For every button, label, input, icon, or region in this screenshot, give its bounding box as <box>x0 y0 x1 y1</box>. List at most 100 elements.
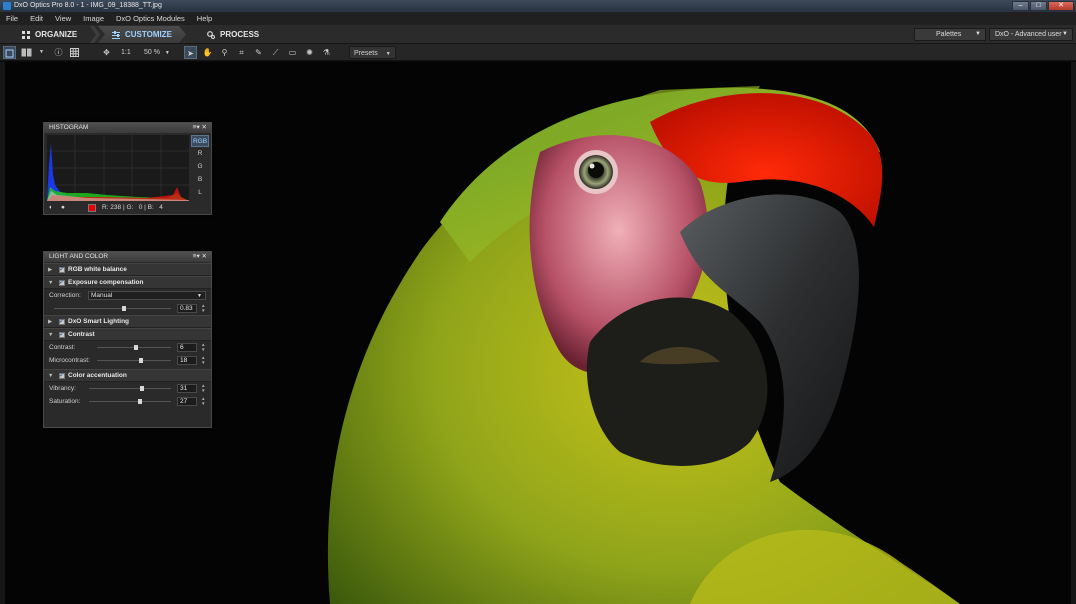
saturation-slider[interactable] <box>89 399 171 404</box>
exposure-stepper[interactable]: ▲ ▼ <box>201 303 205 313</box>
tab-organize[interactable]: ORGANIZE <box>8 26 98 43</box>
slider-knob[interactable] <box>137 399 142 404</box>
compare-view-dropdown[interactable]: ▼ <box>35 46 48 59</box>
menu-bar: File Edit View Image DxO Optics Modules … <box>0 12 1076 25</box>
enable-checkbox[interactable] <box>59 329 65 341</box>
light-and-color-title: LIGHT AND COLOR <box>49 253 109 260</box>
select-tool-button[interactable]: ➤ <box>184 46 197 59</box>
chevron-down-icon: ▼ <box>39 49 44 55</box>
single-view-icon <box>5 49 14 58</box>
section-exposure-compensation[interactable]: ▼ Exposure compensation <box>44 276 211 289</box>
workspace-dropdown[interactable]: DxO - Advanced user ▼ <box>989 28 1073 41</box>
contrast-value-input[interactable]: 6 <box>177 343 197 352</box>
tab-organize-label: ORGANIZE <box>35 30 78 39</box>
collapse-arrow-icon[interactable]: ▼ <box>48 329 53 341</box>
contrast-stepper[interactable]: ▲ ▼ <box>201 342 205 352</box>
info-button[interactable]: ⓘ <box>52 46 65 59</box>
info-icon: ⓘ <box>54 48 63 57</box>
microcontrast-value-input[interactable]: 18 <box>177 356 197 365</box>
vibrancy-slider[interactable] <box>89 386 171 391</box>
single-view-button[interactable] <box>3 46 16 59</box>
histogram-channel-r[interactable]: R <box>191 148 209 160</box>
histogram-channel-g[interactable]: G <box>191 161 209 173</box>
histogram-channel-l[interactable]: L <box>191 187 209 199</box>
window-title: DxO Optics Pro 8.0 - 1 - IMG_09_18388_TT… <box>14 2 162 9</box>
saturation-stepper[interactable]: ▲ ▼ <box>201 396 205 406</box>
microcontrast-row: Microcontrast: 18 ▲ ▼ <box>44 354 211 367</box>
correction-label: Correction: <box>49 292 81 299</box>
zoom-level-dropdown[interactable]: 50 % ▼ <box>144 46 170 59</box>
exposure-value-input[interactable]: 0.83 <box>177 304 197 313</box>
saturation-value-input[interactable]: 27 <box>177 397 197 406</box>
enable-checkbox[interactable] <box>59 277 65 289</box>
histogram-channel-b[interactable]: B <box>191 174 209 186</box>
palette-menu-icon[interactable]: ≡▾ <box>193 253 200 260</box>
menu-view[interactable]: View <box>49 14 77 23</box>
enable-checkbox[interactable] <box>59 264 65 276</box>
collapse-arrow-icon[interactable]: ▼ <box>48 277 53 289</box>
correction-select[interactable]: Manual ▼ <box>88 291 206 300</box>
exposure-slider[interactable] <box>54 306 171 311</box>
menu-image[interactable]: Image <box>77 14 110 23</box>
maximize-button[interactable]: □ <box>1030 1 1047 11</box>
toolbar: ▼ ⓘ ✥ 1:1 50 % ▼ ➤ ✋ ⚲ ⌗ ✎ ⟋ ▭ ✺ ⚗ Prese… <box>0 44 1076 61</box>
section-rgb-white-balance[interactable]: ▶ RGB white balance <box>44 263 211 276</box>
straighten-tool-button[interactable]: ✎ <box>252 46 265 59</box>
left-panel-collapse-edge[interactable] <box>0 62 5 604</box>
section-contrast[interactable]: ▼ Contrast <box>44 328 211 341</box>
gears-icon <box>207 30 215 39</box>
histogram-channel-rgb[interactable]: RGB <box>191 135 209 147</box>
hand-tool-button[interactable]: ✋ <box>201 46 214 59</box>
menu-dxo-optics-modules[interactable]: DxO Optics Modules <box>110 14 191 23</box>
enable-checkbox[interactable] <box>59 370 65 382</box>
close-button[interactable]: ✕ <box>1048 1 1074 11</box>
chevron-down-icon: ▼ <box>197 293 202 299</box>
menu-edit[interactable]: Edit <box>24 14 49 23</box>
menu-file[interactable]: File <box>0 14 24 23</box>
slider-knob[interactable] <box>122 306 127 311</box>
chevron-down-icon: ▼ <box>164 50 170 56</box>
white-balance-picker-button[interactable]: ⚗ <box>320 46 333 59</box>
zoom-1to1-button[interactable]: 1:1 <box>121 46 131 59</box>
crop-tool-button[interactable]: ⌗ <box>235 46 248 59</box>
palettes-dropdown[interactable]: Palettes ▼ <box>914 28 986 41</box>
repair-tool-button[interactable]: ▭ <box>286 46 299 59</box>
tab-process[interactable]: PROCESS <box>184 26 280 43</box>
collapse-arrow-icon[interactable]: ▼ <box>48 370 53 382</box>
tab-customize[interactable]: CUSTOMIZE <box>98 26 186 43</box>
enable-checkbox[interactable] <box>59 316 65 328</box>
eyedropper-icon: ⚗ <box>322 48 331 57</box>
grid-overlay-button[interactable] <box>68 46 81 59</box>
shadow-clipping-icon[interactable]: ◐ <box>49 203 53 213</box>
slider-knob[interactable] <box>140 386 145 391</box>
contrast-slider[interactable] <box>97 345 171 350</box>
minimize-button[interactable]: – <box>1012 1 1029 11</box>
menu-help[interactable]: Help <box>191 14 218 23</box>
close-icon[interactable]: ✕ <box>202 253 207 260</box>
close-icon[interactable]: ✕ <box>202 124 207 131</box>
contrast-label: Contrast: <box>49 344 76 351</box>
right-panel-collapse-edge[interactable] <box>1071 62 1076 604</box>
presets-button[interactable]: Presets ▼ <box>349 46 396 59</box>
vibrancy-stepper[interactable]: ▲ ▼ <box>201 383 205 393</box>
compare-view-button[interactable] <box>20 46 33 59</box>
section-label: RGB white balance <box>68 266 127 273</box>
section-color-accentuation[interactable]: ▼ Color accentuation <box>44 369 211 382</box>
horizon-tool-button[interactable]: ⟋ <box>269 46 282 59</box>
highlight-clipping-icon[interactable]: ● <box>61 203 65 213</box>
histogram-title: HISTOGRAM <box>49 124 89 131</box>
expand-arrow-icon[interactable]: ▶ <box>48 316 52 328</box>
horizon-icon: ⟋ <box>272 48 279 57</box>
workflow-tabs: ORGANIZE CUSTOMIZE PROCESS Palettes ▼ Dx… <box>0 25 1076 44</box>
fit-to-screen-button[interactable]: ✥ <box>100 46 113 59</box>
palette-menu-icon[interactable]: ≡▾ <box>193 124 200 131</box>
slider-knob[interactable] <box>134 345 139 350</box>
redeye-tool-button[interactable]: ✺ <box>303 46 316 59</box>
expand-arrow-icon[interactable]: ▶ <box>48 264 52 276</box>
microcontrast-slider[interactable] <box>97 358 171 363</box>
microcontrast-stepper[interactable]: ▲ ▼ <box>201 355 205 365</box>
zoom-tool-button[interactable]: ⚲ <box>218 46 231 59</box>
vibrancy-value-input[interactable]: 31 <box>177 384 197 393</box>
section-dxo-smart-lighting[interactable]: ▶ DxO Smart Lighting <box>44 315 211 328</box>
slider-knob[interactable] <box>138 358 143 363</box>
